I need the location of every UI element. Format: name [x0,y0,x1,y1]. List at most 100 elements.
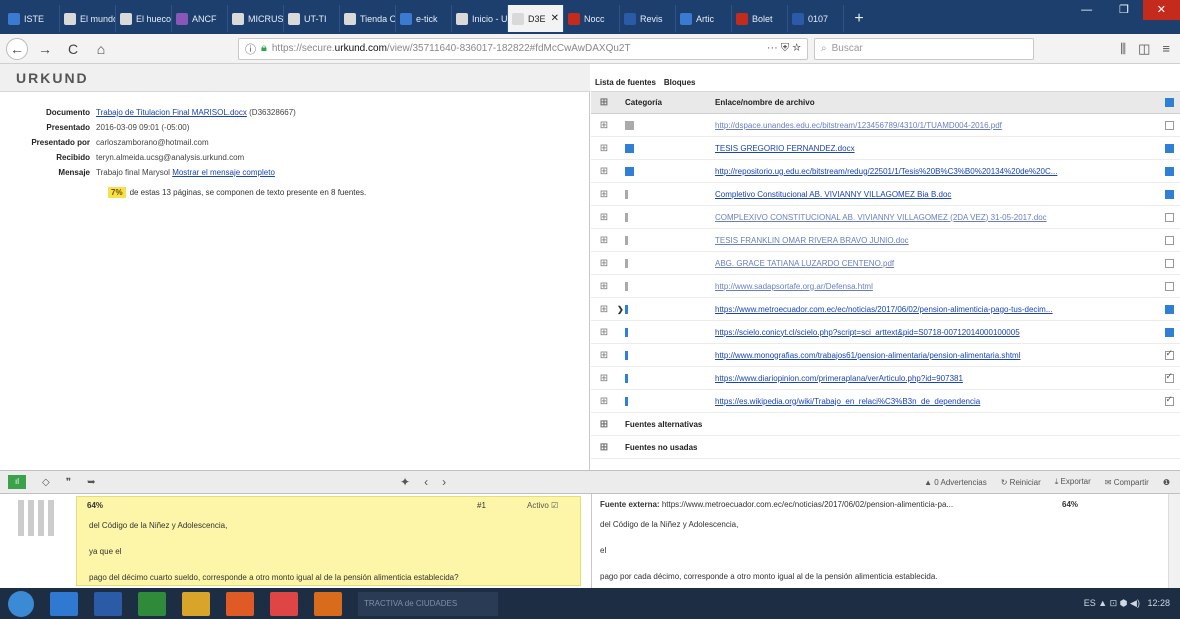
back-button[interactable]: ← [6,37,28,60]
source-checkbox[interactable] [1164,120,1174,130]
select-all-checkbox[interactable] [1164,98,1174,107]
browser-tab[interactable]: MICRUS [228,5,284,32]
browser-tab[interactable]: ANCF [172,5,228,32]
up-icon[interactable]: ✦ [400,475,410,489]
page-thumbnails[interactable] [18,500,68,536]
source-link[interactable]: https://es.wikipedia.org/wiki/Trabajo_en… [715,397,1158,406]
source-checkbox[interactable] [1164,348,1174,360]
expand-icon[interactable]: ⊞ [591,396,617,407]
maximize-button[interactable]: ❐ [1105,0,1142,20]
browser-tab[interactable]: Tienda O [340,5,396,32]
source-link[interactable]: TESIS FRANKLIN OMAR RIVERA BRAVO JUNIO.d… [715,236,1158,245]
taskbar-app-icon[interactable] [94,591,122,616]
tab-source-list[interactable]: Lista de fuentes [595,78,656,91]
source-row[interactable]: ⊞ ABG. GRACE TATIANA LUZARDO CENTENO.pdf [591,252,1180,275]
link-column-header[interactable]: Enlace/nombre de archivo [715,98,1158,107]
browser-tab[interactable]: Inicio - U [452,5,508,32]
expand-icon[interactable]: ⊞ [591,419,617,430]
source-row[interactable]: ⊞ http://www.monografias.com/trabajos61/p… [591,344,1180,367]
search-bar[interactable]: ⌕ Buscar [814,37,1034,60]
source-row[interactable]: ⊞ https://scielo.conicyt.cl/scielo.php?sc… [591,321,1180,344]
expand-all-icon[interactable]: ⊞ [591,97,617,108]
share-button[interactable]: ✉ Compartir [1105,478,1149,487]
expand-icon[interactable]: ⊞ [591,143,617,154]
expand-icon[interactable]: ⊞ [591,304,617,315]
forward-button[interactable]: → [34,38,56,60]
tab-blocks[interactable]: Bloques [664,78,696,91]
home-button[interactable]: ⌂ [90,38,112,60]
taskbar-app-icon[interactable] [138,591,166,616]
expand-icon[interactable]: ⊞ [591,166,617,177]
source-row[interactable]: ⊞ COMPLEXIVO CONSTITUCIONAL AB. VIVIANNY … [591,206,1180,229]
taskbar-app-icon[interactable] [270,591,298,616]
source-checkbox[interactable] [1164,371,1174,383]
source-link[interactable]: http://dspace.unandes.edu.ec/bitstream/1… [715,121,1158,130]
warnings-button[interactable]: ▲ 0 Advertencias [924,478,987,487]
expand-icon[interactable]: ⊞ [591,327,617,338]
taskbar-app-icon[interactable] [182,591,210,616]
source-link[interactable]: https://www.diariopinion.com/primeraplan… [715,374,1158,383]
source-checkbox[interactable] [1164,327,1174,337]
browser-tab[interactable]: ISTE [4,5,60,32]
expand-icon[interactable]: ⊞ [591,350,617,361]
source-checkbox[interactable] [1164,394,1174,406]
source-link[interactable]: https://www.metroecuador.com.ec/ec/notic… [715,305,1158,314]
unused-sources-group[interactable]: ⊞ Fuentes no usadas [591,436,1180,459]
system-tray[interactable]: ES ▲ ⊡ ⬢ ◀) [1084,598,1140,608]
source-checkbox[interactable] [1164,304,1174,314]
taskbar-app-icon[interactable] [226,591,254,616]
browser-tab[interactable]: D3E ✕ [508,5,564,32]
address-bar[interactable]: ⓘ 🔒︎ https://secure.urkund.com/view/3571… [238,37,808,60]
reload-button[interactable]: C [62,38,84,60]
source-link[interactable]: Completivo Constitucional AB. VIVIANNY V… [715,190,1158,199]
show-full-message-link[interactable]: Mostrar el mensaje completo [172,168,275,177]
taskbar-active-window[interactable]: TRACTIVA de CIUDADES [358,591,498,616]
category-column-header[interactable]: Categoría [625,98,715,107]
active-toggle[interactable]: Activo ☑ [527,501,558,510]
minimize-button[interactable]: — [1068,0,1105,20]
expand-icon[interactable]: ⊞ [591,373,617,384]
source-checkbox[interactable] [1164,281,1174,291]
export-button[interactable]: ⤓ Exportar [1055,477,1091,487]
source-row[interactable]: ⊞ http://repositorio.ug.edu.ec/bitstream/… [591,160,1180,183]
source-link[interactable]: http://www.sadapsortafe.org.ar/Defensa.h… [715,282,1158,291]
browser-tab[interactable]: 0107 [788,5,844,32]
source-link[interactable]: ABG. GRACE TATIANA LUZARDO CENTENO.pdf [715,259,1158,268]
expand-icon[interactable]: ⊞ [591,212,617,223]
external-source-url[interactable]: https://www.metroecuador.com.ec/ec/notic… [662,500,953,509]
source-row[interactable]: ⊞ TESIS GREGORIO FERNANDEZ.docx [591,137,1180,160]
source-row[interactable]: ⊞ https://www.diariopinion.com/primerapla… [591,367,1180,390]
reset-button[interactable]: ↻ Reiniciar [1001,478,1041,487]
source-checkbox[interactable] [1164,258,1174,268]
quote-icon[interactable]: ❞ [66,477,71,488]
source-link[interactable]: https://scielo.conicyt.cl/scielo.php?scr… [715,328,1158,337]
source-checkbox[interactable] [1164,189,1174,199]
source-row[interactable]: ⊞ https://es.wikipedia.org/wiki/Trabajo_e… [591,390,1180,413]
browser-tab[interactable]: Nocc [564,5,620,32]
window-close-button[interactable]: ✕ [1142,0,1180,20]
source-checkbox[interactable] [1164,235,1174,245]
system-clock[interactable]: ES ▲ ⊡ ⬢ ◀) 12:28 [1084,598,1180,609]
chart-icon[interactable]: ıl [8,475,26,489]
info-icon[interactable]: ⓘ [245,41,256,57]
expand-icon[interactable]: ⊞ [591,281,617,292]
page-actions-icon[interactable]: ··· ⛨ ☆ [767,42,801,55]
help-icon[interactable]: ❶ [1163,478,1170,487]
scrollbar[interactable] [1168,494,1180,588]
browser-tab[interactable]: e-tick [396,5,452,32]
previous-match-button[interactable]: ‹ [424,475,428,489]
source-link[interactable]: COMPLEXIVO CONSTITUCIONAL AB. VIVIANNY V… [715,213,1158,222]
source-row[interactable]: ⊞ ❯ https://www.metroecuador.com.ec/ec/not… [591,298,1180,321]
source-row[interactable]: ⊞ TESIS FRANKLIN OMAR RIVERA BRAVO JUNIO.… [591,229,1180,252]
tag-icon[interactable]: ➥ [87,477,95,488]
source-row[interactable]: ⊞ http://www.sadapsortafe.org.ar/Defensa.… [591,275,1180,298]
browser-tab[interactable]: El hueco [116,5,172,32]
tab-close-icon[interactable]: ✕ [551,13,559,24]
browser-tab[interactable]: Revis [620,5,676,32]
puzzle-icon[interactable]: ◇ [42,477,50,488]
taskbar-app-icon[interactable] [50,591,78,616]
url-text[interactable]: https://secure.urkund.com/view/35711640-… [272,43,762,54]
browser-tab[interactable]: El mundo [60,5,116,32]
taskbar-app-icon[interactable] [314,591,342,616]
source-link[interactable]: http://www.monografias.com/trabajos61/pe… [715,351,1158,360]
